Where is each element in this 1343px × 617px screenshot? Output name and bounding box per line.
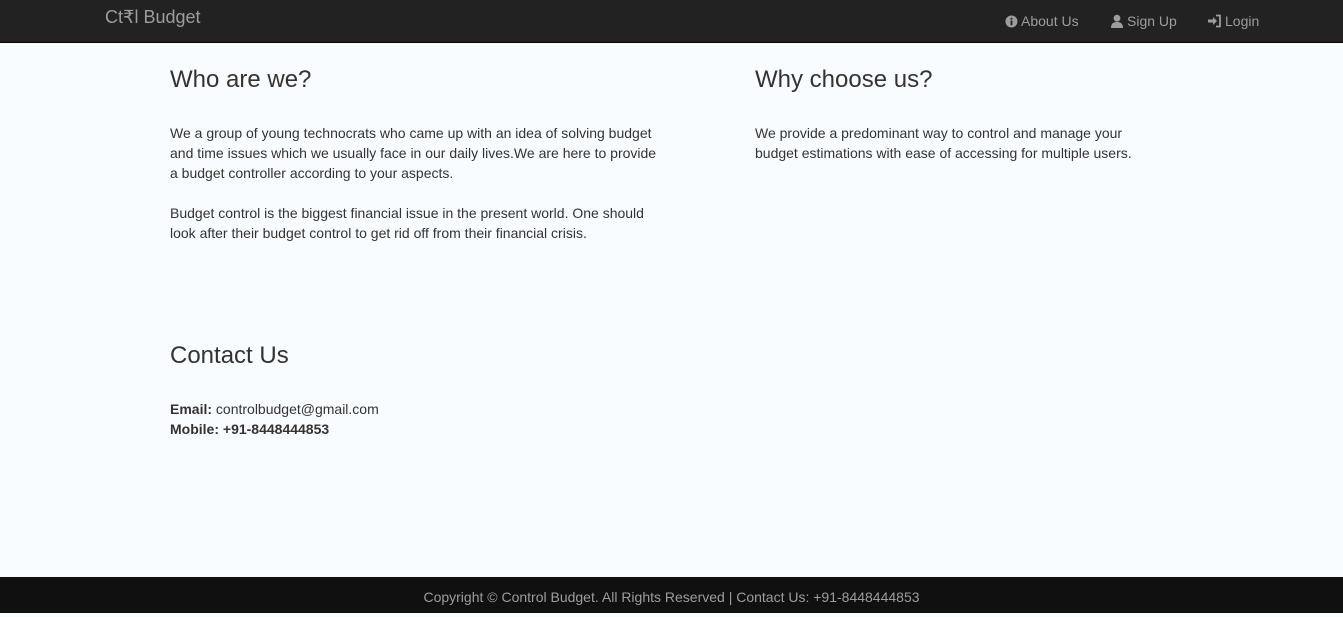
contact-mobile-row: Mobile: +91-8448444853: [170, 419, 660, 439]
info-circle-icon: [1005, 14, 1018, 28]
email-label: Email:: [170, 401, 213, 417]
email-value: controlbudget@gmail.com: [215, 401, 379, 417]
about-text-line: and time issues which we usually face in…: [170, 145, 657, 161]
about-heading: Who are we?: [170, 66, 312, 93]
brand-logo[interactable]: Ct₹l Budget: [105, 7, 201, 27]
about-paragraph-1: We a group of young technocrats who came…: [170, 123, 660, 183]
why-heading: Why choose us?: [755, 66, 933, 93]
contact-section: Contact Us Email: controlbudget@gmail.co…: [170, 343, 660, 439]
user-icon: [1111, 14, 1123, 28]
about-text-line: Budget control is the biggest financial …: [170, 205, 644, 221]
mobile-value: +91-8448444853: [222, 421, 330, 437]
nav-about-us[interactable]: About Us: [1005, 0, 1079, 42]
about-paragraph-2: Budget control is the biggest financial …: [170, 203, 660, 243]
page-footer: Copyright © Control Budget. All Rights R…: [0, 577, 1343, 613]
why-paragraph: We provide a predominant way to control …: [755, 123, 1245, 163]
contact-email-row: Email: controlbudget@gmail.com: [170, 399, 660, 419]
nav-login[interactable]: Login: [1207, 0, 1259, 42]
sign-up-link[interactable]: Sign Up: [1110, 13, 1177, 29]
footer-text: Copyright © Control Budget. All Rights R…: [423, 589, 920, 605]
why-section: Why choose us? We provide a predominant …: [755, 67, 1245, 163]
login-icon: [1208, 14, 1221, 28]
about-us-link[interactable]: About Us: [1005, 13, 1079, 29]
login-link[interactable]: Login: [1207, 13, 1259, 29]
why-text-line: budget estimations with ease of accessin…: [755, 145, 1132, 161]
top-navbar: Ct₹l Budget About Us Sign Up Login: [0, 0, 1343, 43]
mobile-label: Mobile:: [170, 421, 219, 437]
about-us-label: About Us: [1021, 13, 1079, 29]
contact-heading: Contact Us: [170, 342, 289, 369]
about-section: Who are we? We a group of young technocr…: [170, 67, 660, 243]
sign-up-label: Sign Up: [1127, 13, 1177, 29]
about-text-line: We a group of young technocrats who came…: [170, 125, 652, 141]
about-text-line: look after their budget control to get r…: [170, 225, 587, 241]
about-text-line: a budget controller according to your as…: [170, 165, 454, 181]
login-label: Login: [1225, 13, 1260, 29]
nav-sign-up[interactable]: Sign Up: [1110, 0, 1177, 42]
why-text-line: We provide a predominant way to control …: [755, 125, 1123, 141]
